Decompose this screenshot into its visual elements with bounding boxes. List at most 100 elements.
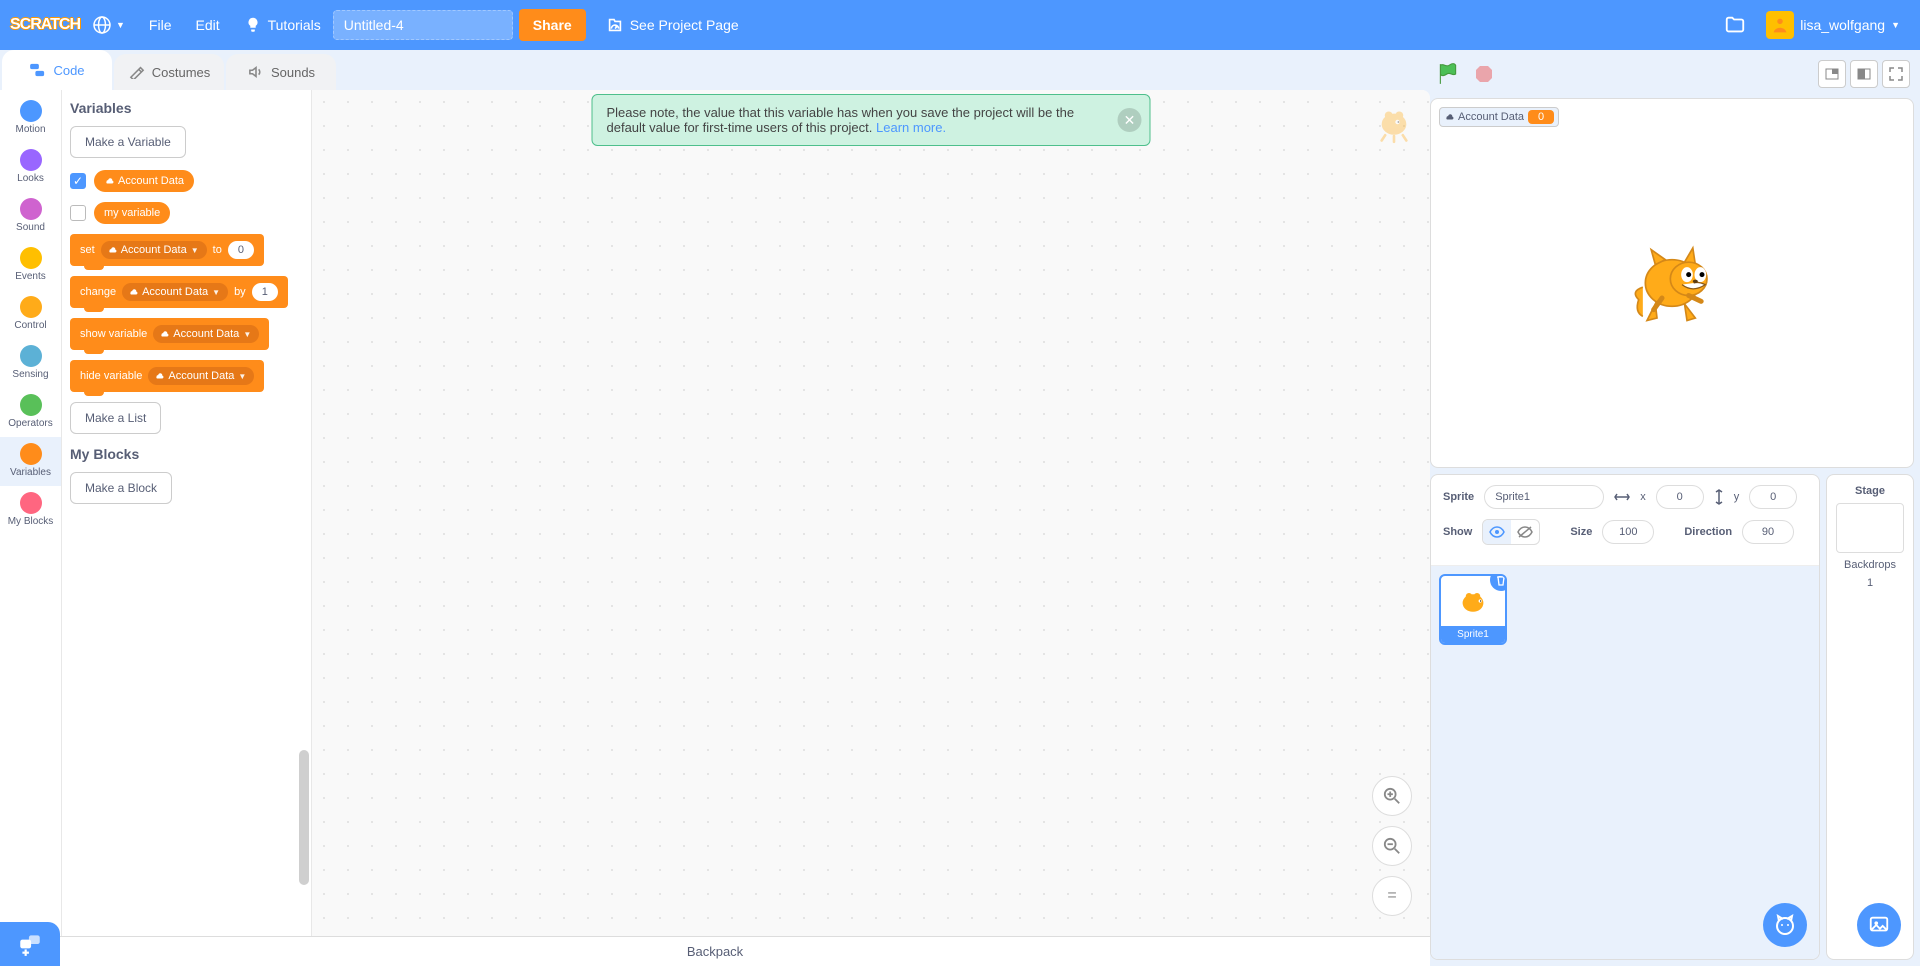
make-list-button[interactable]: Make a List [70, 402, 161, 434]
visibility-toggle [1482, 519, 1540, 545]
make-block-button[interactable]: Make a Block [70, 472, 172, 504]
chevron-down-icon: ▼ [1891, 20, 1900, 30]
cloud-icon [104, 176, 114, 186]
edit-menu[interactable]: Edit [183, 0, 231, 50]
variable-checkbox-my-variable[interactable] [70, 205, 86, 221]
block-palette: Variables Make a Variable ✓ Account Data… [62, 90, 312, 936]
block-label: by [234, 286, 246, 298]
add-sprite-button[interactable] [1763, 903, 1807, 947]
category-label: Looks [17, 173, 44, 184]
account-menu[interactable]: lisa_wolfgang ▼ [1756, 11, 1910, 39]
sprite-y-input[interactable] [1749, 485, 1797, 509]
zoom-in-button[interactable] [1372, 776, 1412, 816]
tab-costumes[interactable]: Costumes [114, 54, 224, 90]
category-dot [20, 247, 42, 269]
alert-close-button[interactable]: ✕ [1118, 108, 1142, 132]
direction-label: Direction [1684, 526, 1732, 538]
cloud-icon [128, 287, 138, 297]
sprite-tile[interactable]: Sprite1 [1439, 574, 1507, 645]
extension-button[interactable] [0, 922, 60, 966]
zoom-controls: = [1372, 776, 1412, 916]
variable-checkbox-account-data[interactable]: ✓ [70, 173, 86, 189]
sprite-name-input[interactable] [1484, 485, 1604, 509]
chevron-down-icon: ▼ [238, 372, 246, 381]
stop-button[interactable] [1470, 60, 1498, 88]
variable-dropdown[interactable]: Account Data▼ [148, 367, 254, 385]
block-input[interactable]: 0 [228, 241, 254, 259]
backpack-header[interactable]: Backpack [0, 936, 1430, 966]
cloud-icon [159, 329, 169, 339]
block-label: hide variable [80, 370, 142, 382]
stage-thumbnail[interactable] [1836, 503, 1904, 553]
alert-learn-more-link[interactable]: Learn more. [876, 120, 946, 135]
category-label: Sound [16, 222, 45, 233]
category-sound[interactable]: Sound [0, 192, 61, 241]
file-menu[interactable]: File [137, 0, 184, 50]
sprite-size-input[interactable] [1602, 520, 1654, 544]
category-dot [20, 345, 42, 367]
variable-dropdown[interactable]: Account Data▼ [122, 283, 228, 301]
tutorials-button[interactable]: Tutorials [232, 0, 333, 50]
variable-monitor[interactable]: Account Data 0 [1439, 107, 1559, 127]
my-stuff-button[interactable] [1714, 14, 1756, 36]
category-events[interactable]: Events [0, 241, 61, 290]
sprite-on-stage[interactable] [1622, 233, 1722, 333]
small-stage-icon [1825, 68, 1839, 80]
sprite-list: Sprite1 [1431, 566, 1819, 959]
palette-scrollbar[interactable] [299, 90, 309, 936]
show-sprite-button[interactable] [1483, 520, 1511, 544]
variable-dropdown[interactable]: Account Data▼ [153, 325, 259, 343]
category-operators[interactable]: Operators [0, 388, 61, 437]
category-sensing[interactable]: Sensing [0, 339, 61, 388]
cat-face-icon [1773, 913, 1797, 937]
category-control[interactable]: Control [0, 290, 61, 339]
tab-sounds[interactable]: Sounds [226, 54, 336, 90]
set-variable-block[interactable]: set Account Data▼ to 0 [70, 234, 264, 266]
category-label: Variables [10, 467, 51, 478]
globe-icon [92, 15, 112, 35]
share-button[interactable]: Share [519, 9, 586, 41]
change-variable-block[interactable]: change Account Data▼ by 1 [70, 276, 288, 308]
username-label: lisa_wolfgang [1800, 17, 1885, 33]
sprite-direction-input[interactable] [1742, 520, 1794, 544]
my-blocks-heading: My Blocks [70, 446, 303, 462]
category-looks[interactable]: Looks [0, 143, 61, 192]
hide-sprite-button[interactable] [1511, 520, 1539, 544]
dropdown-value: Account Data [142, 286, 208, 298]
zoom-reset-button[interactable]: = [1372, 876, 1412, 916]
sounds-icon [247, 65, 265, 79]
category-variables[interactable]: Variables [0, 437, 61, 486]
sprite-x-input[interactable] [1656, 485, 1704, 509]
category-label: Sensing [12, 369, 48, 380]
variable-dropdown[interactable]: Account Data▼ [101, 241, 207, 259]
zoom-out-button[interactable] [1372, 826, 1412, 866]
add-backdrop-button[interactable] [1857, 903, 1901, 947]
chevron-down-icon: ▼ [191, 246, 199, 255]
y-arrow-icon [1714, 489, 1724, 505]
category-my-blocks[interactable]: My Blocks [0, 486, 61, 535]
scripts-workspace[interactable]: Please note, the value that this variabl… [312, 90, 1430, 936]
category-motion[interactable]: Motion [0, 94, 61, 143]
green-flag-button[interactable] [1434, 60, 1462, 88]
see-project-page-button[interactable]: See Project Page [592, 0, 753, 50]
equals-icon: = [1387, 887, 1396, 905]
hide-variable-block[interactable]: hide variable Account Data▼ [70, 360, 264, 392]
show-variable-block[interactable]: show variable Account Data▼ [70, 318, 269, 350]
variable-reporter-account-data[interactable]: Account Data [94, 170, 194, 192]
stage-selector[interactable]: Stage Backdrops 1 [1826, 474, 1914, 960]
folder-icon [1724, 14, 1746, 36]
stage-fullscreen-button[interactable] [1882, 60, 1910, 88]
stage-small-button[interactable] [1818, 60, 1846, 88]
category-dot [20, 443, 42, 465]
scratch-logo[interactable]: SCRATCH [10, 10, 80, 40]
eye-off-icon [1517, 526, 1533, 538]
block-input[interactable]: 1 [252, 283, 278, 301]
stage[interactable]: Account Data 0 [1430, 98, 1914, 468]
make-variable-button[interactable]: Make a Variable [70, 126, 186, 158]
variable-reporter-my-variable[interactable]: my variable [94, 202, 170, 224]
language-menu[interactable]: ▼ [80, 0, 137, 50]
tab-code[interactable]: Code [2, 50, 112, 90]
sprite-watermark [1372, 100, 1416, 144]
stage-large-button[interactable] [1850, 60, 1878, 88]
project-title-input[interactable] [333, 10, 513, 40]
